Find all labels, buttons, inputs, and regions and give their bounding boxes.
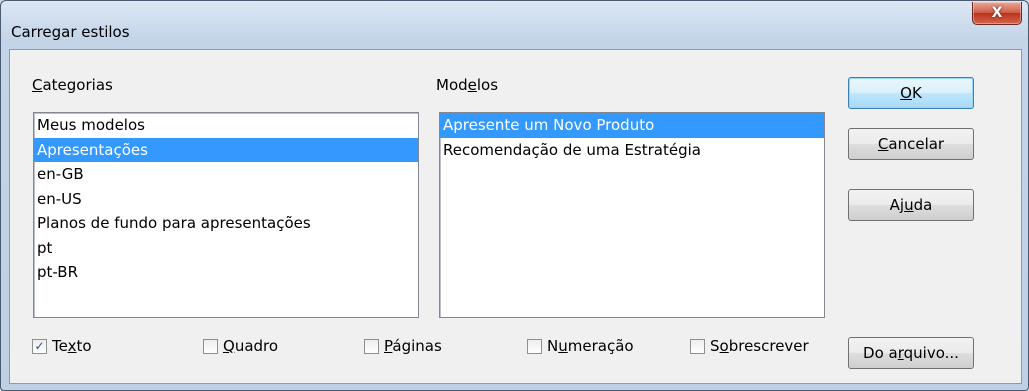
close-icon: X	[991, 5, 1003, 21]
numeracao-checkbox[interactable]	[527, 338, 542, 354]
categorias-label: Categorias	[32, 76, 113, 94]
categoria-list-item[interactable]: en-GB	[34, 162, 418, 187]
modelos-listbox[interactable]: Apresente um Novo Produto Recomendação de…	[439, 112, 825, 318]
from-file-button[interactable]: Do arquivo...	[848, 337, 974, 369]
option-texto[interactable]: ✓ Texto	[32, 337, 92, 355]
paginas-checkbox[interactable]	[364, 338, 379, 354]
texto-label: Texto	[52, 337, 92, 355]
categoria-list-item[interactable]: pt-BR	[34, 260, 418, 285]
quadro-label: Quadro	[223, 337, 279, 355]
close-button[interactable]: X	[972, 2, 1022, 25]
option-quadro[interactable]: Quadro	[203, 337, 278, 355]
categoria-list-item[interactable]: pt	[34, 236, 418, 261]
option-paginas[interactable]: Páginas	[364, 337, 442, 355]
paginas-label: Páginas	[384, 337, 442, 355]
option-numeracao[interactable]: Numeração	[527, 337, 634, 355]
categorias-listbox[interactable]: Meus modelos Apresentações en-GB en-US Plano…	[33, 112, 419, 318]
modelos-label: Modelos	[436, 76, 499, 94]
categoria-list-item[interactable]: Apresentações	[34, 137, 418, 162]
cancel-button[interactable]: Cancelar	[848, 128, 974, 160]
quadro-checkbox[interactable]	[203, 338, 218, 354]
help-button[interactable]: Ajuda	[848, 189, 974, 221]
sobrescrever-label: Sobrescrever	[710, 337, 809, 355]
texto-checkbox[interactable]: ✓	[32, 338, 47, 354]
title-bar[interactable]: Carregar estilos X	[1, 1, 1028, 49]
modelo-list-item[interactable]: Recomendação de uma Estratégia	[440, 138, 824, 163]
option-sobrescrever[interactable]: Sobrescrever	[690, 337, 809, 355]
categoria-list-item[interactable]: Meus modelos	[34, 113, 418, 138]
modelo-list-item[interactable]: Apresente um Novo Produto	[440, 113, 824, 138]
categoria-list-item[interactable]: en-US	[34, 187, 418, 212]
sobrescrever-checkbox[interactable]	[690, 338, 705, 354]
numeracao-label: Numeração	[547, 337, 634, 355]
dialog-window: Carregar estilos X Categorias Meus model…	[0, 0, 1029, 391]
window-title: Carregar estilos	[11, 23, 130, 41]
dialog-content: Categorias Meus modelos Apresentações en-G…	[9, 49, 1022, 384]
categoria-list-item[interactable]: Planos de fundo para apresentações	[34, 211, 418, 236]
ok-button[interactable]: OK	[848, 77, 974, 109]
